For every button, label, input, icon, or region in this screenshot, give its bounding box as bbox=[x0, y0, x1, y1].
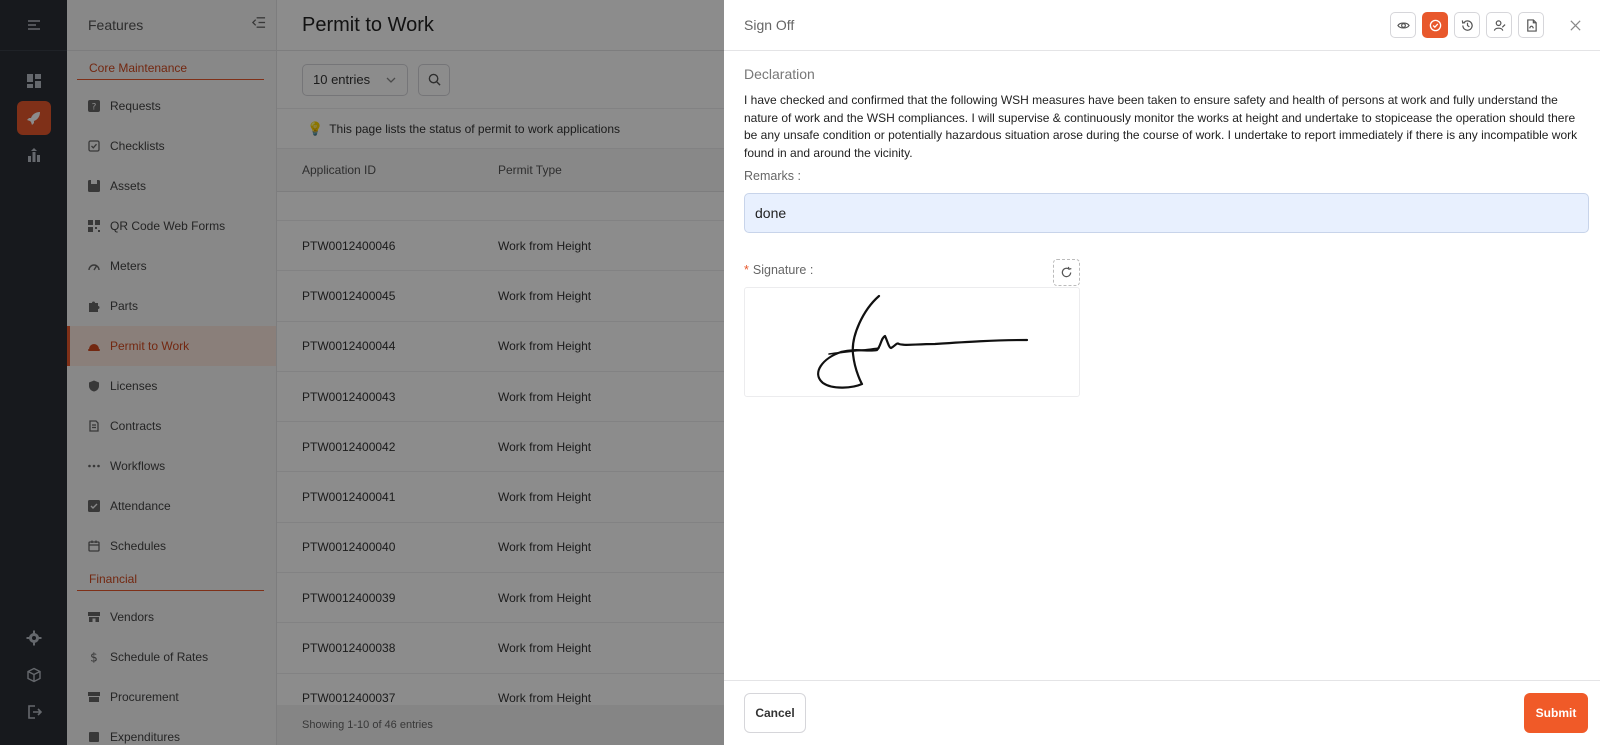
sign-off-button[interactable] bbox=[1422, 12, 1448, 38]
close-drawer-button[interactable] bbox=[1562, 12, 1588, 38]
drawer-title: Sign Off bbox=[744, 17, 795, 33]
reset-signature-button[interactable] bbox=[1053, 259, 1080, 286]
signature-label: * Signature : bbox=[744, 263, 1080, 277]
check-circle-icon bbox=[1429, 19, 1441, 31]
cancel-button[interactable]: Cancel bbox=[744, 693, 806, 733]
view-button[interactable] bbox=[1390, 12, 1416, 38]
remarks-input[interactable]: done bbox=[744, 193, 1589, 233]
declaration-text: I have checked and confirmed that the fo… bbox=[744, 93, 1578, 160]
signature-label-text: Signature : bbox=[752, 263, 814, 277]
pdf-icon bbox=[1526, 18, 1537, 32]
drawer-body: Declaration I have checked and confirmed… bbox=[724, 51, 1600, 397]
submit-button[interactable]: Submit bbox=[1524, 693, 1588, 733]
eye-icon bbox=[1396, 21, 1410, 29]
history-icon bbox=[1461, 19, 1473, 31]
declaration-title: Declaration bbox=[744, 66, 815, 82]
user-sign-button[interactable] bbox=[1486, 12, 1512, 38]
signature-label-row: * Signature : bbox=[744, 259, 1080, 286]
signature-drawing bbox=[817, 294, 1029, 389]
drawer-actions bbox=[1390, 12, 1588, 38]
history-button[interactable] bbox=[1454, 12, 1480, 38]
sign-off-drawer: Sign Off Declaration I have checked and … bbox=[724, 0, 1600, 745]
refresh-icon bbox=[1061, 266, 1072, 278]
drawer-header: Sign Off bbox=[724, 0, 1600, 51]
drawer-footer: Cancel Submit bbox=[724, 680, 1600, 745]
required-mark: * bbox=[744, 263, 749, 277]
pdf-button[interactable] bbox=[1518, 12, 1544, 38]
user-sign-icon bbox=[1493, 19, 1505, 31]
signature-pad[interactable] bbox=[744, 287, 1080, 397]
modal-overlay[interactable] bbox=[0, 0, 724, 745]
close-icon bbox=[1569, 19, 1581, 31]
remarks-value: done bbox=[755, 205, 787, 221]
remarks-label: Remarks : bbox=[744, 169, 801, 183]
